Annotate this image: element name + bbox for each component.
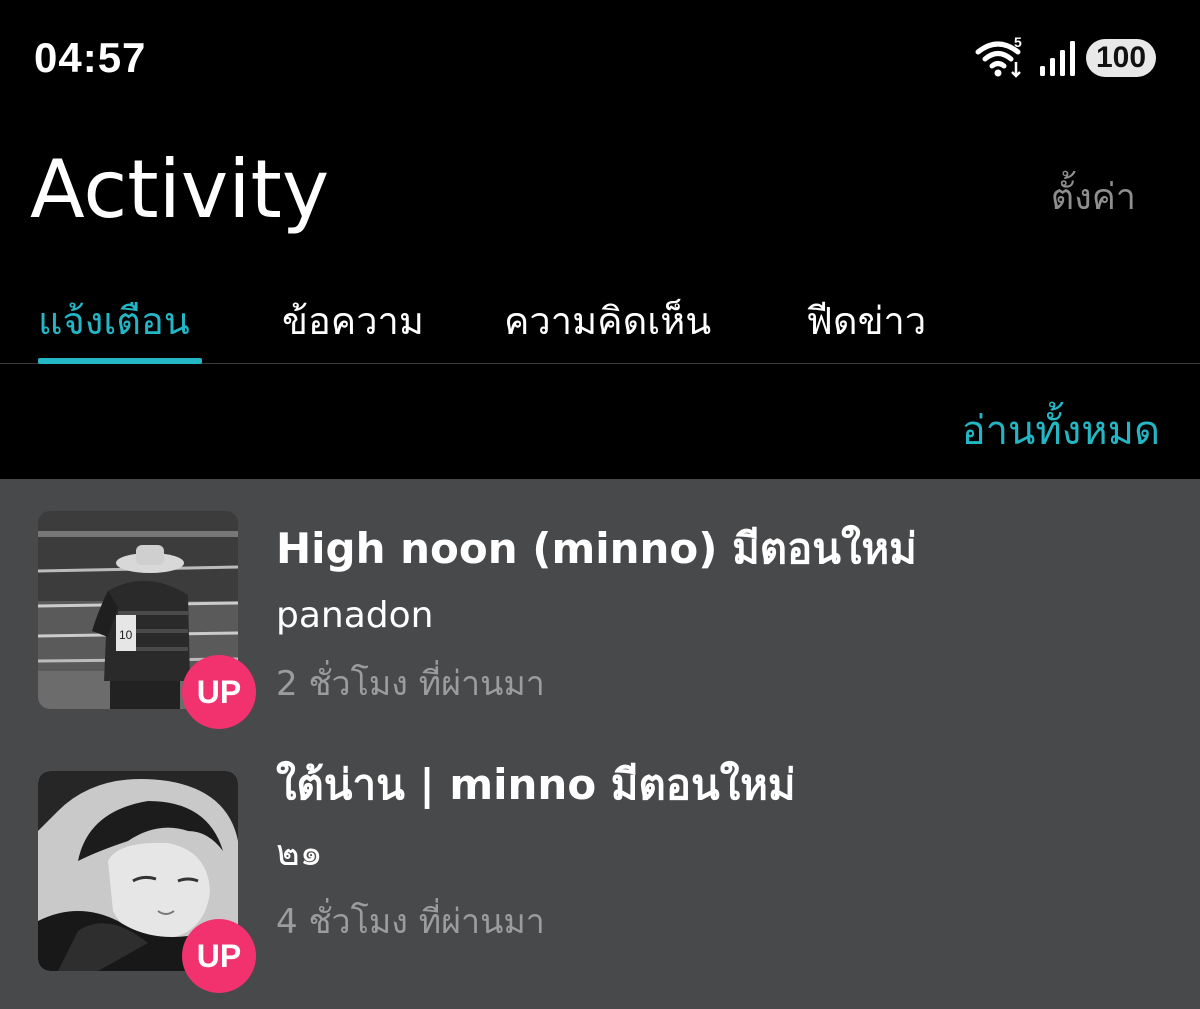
signal-icon: [1038, 38, 1078, 78]
settings-button[interactable]: ตั้งค่า: [1051, 170, 1136, 226]
read-all-button[interactable]: อ่านทั้งหมด: [962, 402, 1160, 460]
notification-time: 2 ชั่วโมง ที่ผ่านมา: [276, 664, 545, 704]
notification-time: 4 ชั่วโมง ที่ผ่านมา: [276, 902, 545, 942]
notification-author: ๒๑: [276, 833, 323, 874]
notification-author: panadon: [276, 595, 434, 636]
tab-messages[interactable]: ข้อความ: [282, 296, 424, 346]
update-badge: UP: [182, 655, 256, 729]
tab-bar: แจ้งเตือน ข้อความ ความคิดเห็น ฟีดข่าว: [0, 280, 1200, 364]
activity-screen: 04:57 5 100 Activity ตั้งค่า แจ้งเตือน ข…: [0, 0, 1200, 1009]
battery-indicator: 100: [1086, 39, 1156, 77]
status-bar: 04:57 5 100: [0, 0, 1200, 110]
notification-item[interactable]: UP ใต้น่าน | minno มีตอนใหม่ ๒๑ 4 ชั่วโม…: [0, 741, 1200, 1003]
update-badge: UP: [182, 919, 256, 993]
wifi-icon: 5: [974, 34, 1030, 78]
active-tab-indicator: [38, 358, 202, 364]
notification-item[interactable]: 10 UP High noon (minno) มีตอนใหม่ panado…: [0, 479, 1200, 741]
notification-list: 10 UP High noon (minno) มีตอนใหม่ panado…: [0, 479, 1200, 1009]
notification-title: ใต้น่าน | minno มีตอนใหม่: [276, 760, 796, 809]
tab-comments[interactable]: ความคิดเห็น: [504, 296, 711, 346]
svg-text:10: 10: [119, 628, 133, 642]
status-icons: 5 100: [974, 34, 1156, 80]
tab-news-feed[interactable]: ฟีดข่าว: [806, 296, 926, 346]
page-title: Activity: [30, 143, 330, 236]
wifi-generation: 5: [1014, 34, 1022, 50]
tab-notifications[interactable]: แจ้งเตือน: [38, 296, 190, 346]
status-time: 04:57: [34, 34, 147, 81]
notification-title: High noon (minno) มีตอนใหม่: [276, 524, 917, 573]
